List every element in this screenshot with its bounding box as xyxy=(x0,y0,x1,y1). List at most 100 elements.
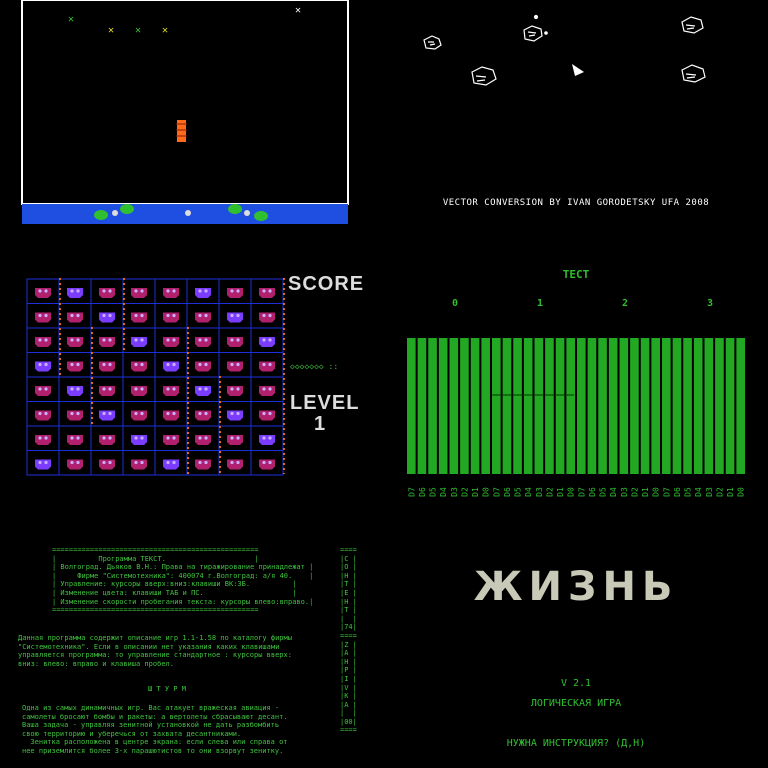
side-line: |Т | xyxy=(340,606,357,615)
lily-pad-icon xyxy=(228,204,242,214)
bar-label: D7 xyxy=(577,487,586,497)
body-line: свою территорию и уберечься от захвата д… xyxy=(22,729,242,738)
bar xyxy=(725,338,735,474)
alien-icon xyxy=(131,361,147,372)
alien-icon xyxy=(227,459,243,470)
asteroid-icon xyxy=(681,64,706,83)
alien-icon xyxy=(131,288,147,298)
bar xyxy=(715,338,724,474)
header-line: | Изменение цвета: клавиши ТАБ и ПС. | xyxy=(52,588,297,597)
bar-label: D2 xyxy=(460,487,469,497)
alien-icon xyxy=(259,386,275,396)
version-text: V 2.1 xyxy=(560,678,592,689)
bar xyxy=(449,338,459,474)
bar xyxy=(672,338,682,474)
lily-pad-icon xyxy=(94,210,108,220)
frog-icon xyxy=(176,120,187,142)
body-line: нее приземлится более 3-х парашютистов т… xyxy=(22,746,284,755)
flower-icon xyxy=(112,210,118,216)
side-line: |V | xyxy=(340,683,357,692)
alien-icon xyxy=(67,312,83,323)
life-panel: ЖИЗНЬ V 2.1 ЛОГИЧЕСКАЯ ИГРА НУЖНА ИНСТРУ… xyxy=(384,512,768,768)
bar-label: D1 xyxy=(726,487,735,497)
bar xyxy=(438,338,448,474)
invaders-grid xyxy=(26,278,285,476)
alien-icon xyxy=(227,410,243,421)
bar xyxy=(513,338,522,474)
bar xyxy=(598,338,607,474)
document-header: ========================================… xyxy=(52,546,313,615)
bar-label: D3 xyxy=(535,487,544,497)
bar-label: D1 xyxy=(641,487,650,497)
bar xyxy=(736,338,745,474)
fly-icon: ✕ xyxy=(108,25,114,36)
header-line: ========================================… xyxy=(52,606,259,615)
alien-icon xyxy=(195,386,211,396)
alien-icon xyxy=(131,386,147,396)
alien-icon xyxy=(67,435,83,445)
bar xyxy=(587,338,597,474)
bar-label: D6 xyxy=(503,487,512,497)
alien-icon xyxy=(259,312,275,323)
bar-graph: D7 D6 D5 D4 D3 D2 D1 D0 D7 D6 D5 D4 D3 D2 D1 D0 D7 D6 D5 D4… xyxy=(407,338,746,497)
alien-icon xyxy=(259,288,275,298)
bar-label: D4 xyxy=(439,487,448,497)
alien-icon xyxy=(35,312,51,323)
alien-icon xyxy=(195,410,211,421)
alien-icon xyxy=(163,288,179,298)
river xyxy=(22,204,348,224)
body-line: управляется программа: то управление ста… xyxy=(18,651,292,660)
side-line: |Z | xyxy=(340,640,357,649)
alien-icon xyxy=(67,459,83,470)
bar xyxy=(523,338,533,474)
alien-icon xyxy=(35,337,51,347)
alien-icon xyxy=(259,361,275,372)
body-line: Данная программа содержит описание игр 1… xyxy=(18,634,292,642)
alien-icon xyxy=(99,410,115,421)
play-field-border xyxy=(21,0,349,205)
bar xyxy=(577,338,586,474)
asteroid-icon xyxy=(471,66,497,86)
bar xyxy=(693,338,703,474)
alien-icon xyxy=(259,435,275,445)
document-panel: ========================================… xyxy=(0,512,384,768)
bar-label: D5 xyxy=(429,487,438,497)
header-line: | Программа ТЕКСТ. | xyxy=(52,554,259,563)
level-label: LEVEL xyxy=(290,392,360,414)
level-value: 1 xyxy=(314,413,327,435)
bar-label: D4 xyxy=(694,487,703,497)
alien-icon xyxy=(227,312,243,323)
instruction-prompt[interactable]: НУЖНА ИНСТРУКЦИЯ? (Д,Н) xyxy=(384,738,768,749)
bar-label: D5 xyxy=(514,487,523,497)
bar xyxy=(534,338,544,474)
alien-icon xyxy=(35,386,51,396)
side-line: |Н | xyxy=(340,657,357,666)
alien-icon xyxy=(163,459,179,470)
bar xyxy=(608,338,618,474)
alien-icon xyxy=(227,361,243,372)
bar-label: D2 xyxy=(630,487,639,497)
bar xyxy=(683,338,692,474)
bar-label: D6 xyxy=(418,487,427,497)
alien-icon xyxy=(35,288,51,298)
side-line: |С | xyxy=(340,554,357,563)
alien-icon xyxy=(163,435,179,445)
alien-icon xyxy=(67,361,83,372)
bar-label: D5 xyxy=(599,487,608,497)
bar-label: D3 xyxy=(705,487,714,497)
document-side-column: ==== |С | |О | |Н | |Т | |Е | |Н | |Т | | | |74| =… xyxy=(340,546,357,735)
alien-icon xyxy=(227,435,243,445)
alien-icon xyxy=(67,410,83,421)
asteroid-icon xyxy=(681,16,704,34)
alien-icon xyxy=(99,386,115,396)
bar-label: D3 xyxy=(450,487,459,497)
bar xyxy=(630,338,639,474)
alien-icon xyxy=(67,337,83,347)
bar-label: D7 xyxy=(662,487,671,497)
bar-label: D4 xyxy=(609,487,618,497)
alien-icon xyxy=(131,410,147,421)
bar xyxy=(555,338,565,474)
side-line: |K | xyxy=(340,692,357,701)
side-line: ==== xyxy=(340,726,357,735)
side-line: |А | xyxy=(340,649,357,658)
